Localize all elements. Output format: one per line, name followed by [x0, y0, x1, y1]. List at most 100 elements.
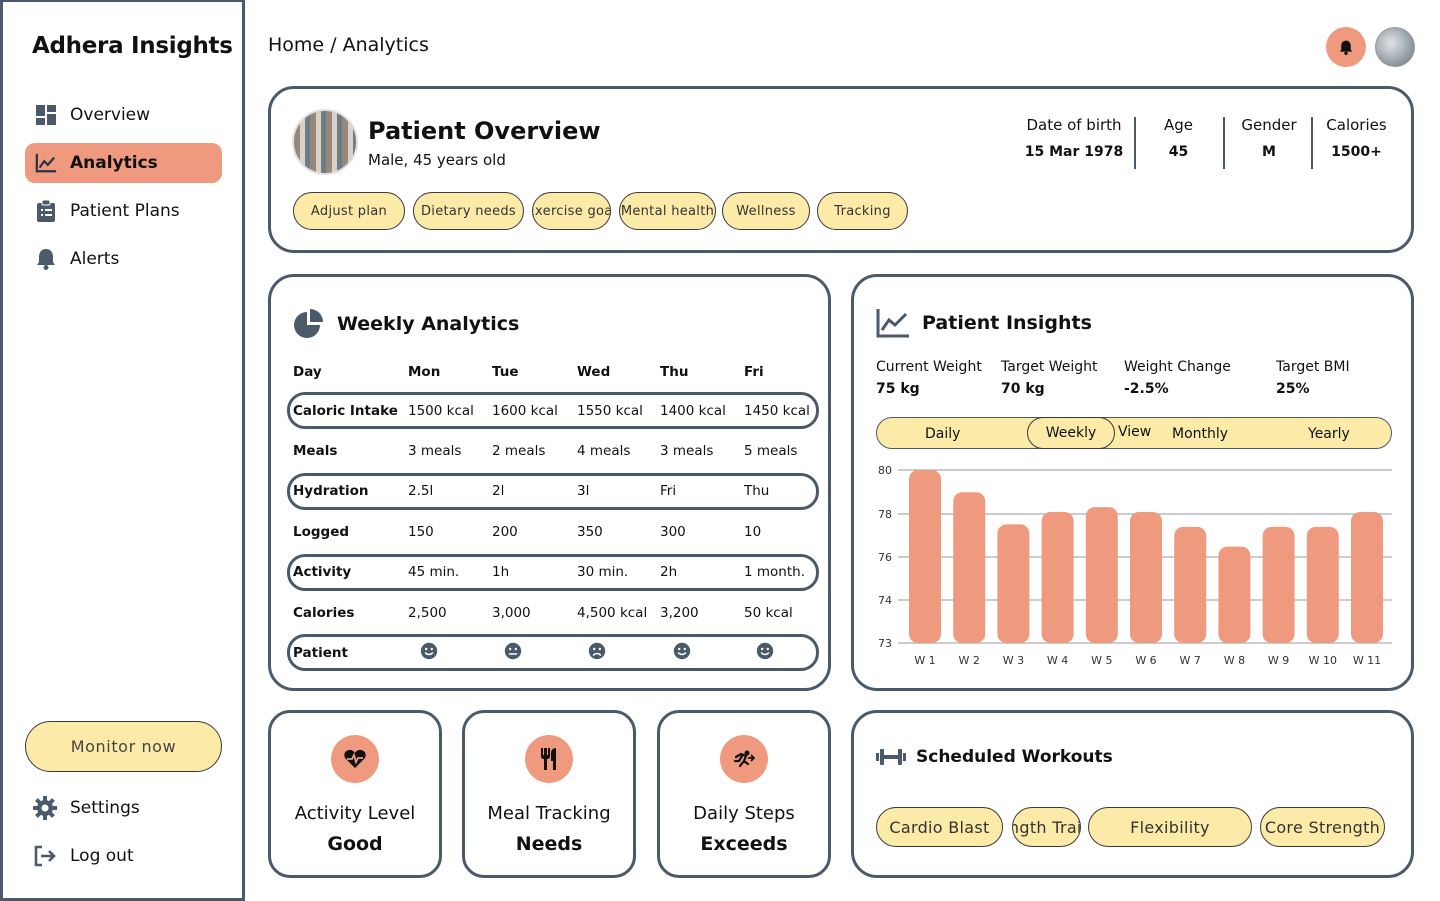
user-avatar[interactable] [1375, 27, 1415, 67]
x-tick-label: W 5 [1091, 654, 1112, 667]
patient-insights-header: Patient Insights [876, 308, 1092, 338]
table-cell: Thu [744, 483, 770, 500]
y-tick-label: 74 [878, 594, 892, 607]
sidebar-item-analytics[interactable]: Analytics [25, 143, 222, 183]
table-cell: 5 meals [744, 442, 798, 459]
bar[interactable] [1130, 512, 1162, 643]
sidebar-item-label: Overview [70, 105, 151, 125]
tag-tracking[interactable]: Tracking [817, 192, 908, 230]
smile-face-icon [756, 642, 774, 664]
tag-wellness[interactable]: Wellness [722, 192, 810, 230]
row-label: Calories [293, 604, 355, 621]
notifications-button[interactable] [1326, 27, 1366, 67]
table-row: Meals 3 meals 2 meals 4 meals 3 meals 5 meals [287, 432, 819, 469]
line-chart-icon [876, 308, 910, 338]
tag-exercise-goal[interactable]: Exercise goal [532, 192, 611, 230]
bar[interactable] [953, 492, 986, 643]
table-cell: 1600 kcal [492, 402, 558, 419]
workout-tag-cardio-blast[interactable]: Cardio Blast [876, 807, 1003, 847]
row-label: Caloric Intake [293, 402, 398, 419]
breadcrumb: Home / Analytics [268, 34, 429, 56]
table-cell: 3,200 [660, 604, 699, 621]
sidebar-item-label: Alerts [70, 249, 120, 269]
table-cell: 4 meals [577, 442, 631, 459]
dumbbell-icon [876, 747, 906, 767]
mini-card-value: Exceeds [700, 833, 788, 855]
settings-link[interactable]: Settings [33, 796, 140, 820]
stat-divider [1311, 117, 1313, 169]
metric-label: Target Weight [1001, 359, 1098, 375]
monitor-now-button[interactable]: Monitor now [25, 721, 222, 772]
metric-label: Target BMI [1276, 359, 1350, 375]
workout-tag-flexibility[interactable]: Flexibility [1088, 807, 1252, 847]
mini-card-label: Daily Steps [693, 803, 795, 824]
logout-link[interactable]: Log out [33, 844, 134, 868]
clipboard-icon [35, 200, 57, 222]
table-cell: 3l [577, 483, 590, 500]
period-weekly[interactable]: Weekly [1027, 417, 1115, 449]
daily-steps-card[interactable]: Daily Steps Exceeds [657, 710, 831, 878]
bar[interactable] [1351, 512, 1383, 643]
table-cell: 2.5l [408, 483, 434, 500]
table-cell: 1 month. [744, 564, 805, 581]
weekly-table-header: Day Mon Tue Wed Thu Fri [287, 353, 819, 390]
bar[interactable] [997, 524, 1030, 643]
workout-tag-core-strength[interactable]: Core Strength [1260, 807, 1385, 847]
logout-label: Log out [70, 846, 134, 866]
column-header: Thu [660, 363, 689, 380]
table-cell: 300 [660, 523, 686, 540]
y-tick-label: 76 [878, 551, 892, 564]
running-icon [720, 735, 768, 783]
table-cell: 350 [577, 523, 603, 540]
tag-dietary-needs[interactable]: Dietary needs [413, 192, 524, 230]
metric-value: 75 kg [876, 381, 920, 397]
table-cell: 1450 kcal [744, 402, 810, 419]
patient-overview-title: Patient Overview [368, 117, 601, 145]
table-row: Hydration 2.5l 2l 3l Fri Thu [287, 472, 819, 510]
y-tick-label: 78 [878, 508, 892, 521]
x-tick-label: W 1 [914, 654, 935, 667]
period-yearly[interactable]: Yearly [1308, 426, 1350, 442]
metric-label: Current Weight [876, 359, 982, 375]
metric-value: 25% [1276, 381, 1310, 397]
sidebar-item-alerts[interactable]: Alerts [25, 239, 222, 279]
column-header: Fri [744, 363, 764, 380]
x-tick-label: W 2 [959, 654, 980, 667]
stat-calories: Calories 1500+ [1326, 116, 1387, 160]
table-cell: 1400 kcal [660, 402, 726, 419]
sidebar-item-overview[interactable]: Overview [25, 95, 222, 135]
x-tick-label: W 4 [1047, 654, 1068, 667]
tag-adjust-plan[interactable]: Adjust plan [293, 192, 405, 230]
bar[interactable] [1262, 526, 1295, 643]
activity-level-card[interactable]: Activity Level Good [268, 710, 442, 878]
table-cell: 2h [660, 564, 678, 581]
meal-tracking-card[interactable]: Meal Tracking Needs [462, 710, 636, 878]
row-label: Hydration [293, 483, 369, 500]
bar[interactable] [909, 470, 941, 643]
period-daily[interactable]: Daily [925, 426, 960, 442]
patient-overview-subtitle: Male, 45 years old [368, 151, 506, 169]
table-cell: 50 kcal [744, 604, 793, 621]
table-cell: 3 meals [408, 442, 462, 459]
bar[interactable] [1085, 507, 1118, 643]
table-cell: 2,500 [408, 604, 447, 621]
period-view[interactable]: View [1118, 424, 1151, 440]
mini-card-label: Activity Level [294, 803, 416, 824]
workout-tag-strength-training[interactable]: Strength Training [1012, 807, 1081, 847]
smile-face-icon [420, 642, 438, 664]
bar[interactable] [1041, 512, 1074, 643]
bell-icon [35, 248, 57, 270]
bar[interactable] [1218, 546, 1251, 643]
table-row: Activity 45 min. 1h 30 min. 2h 1 month. [287, 553, 819, 591]
bar[interactable] [1306, 526, 1339, 643]
y-tick-label: 73 [878, 637, 892, 650]
metric-value: -2.5% [1124, 381, 1169, 397]
sidebar-item-label: Patient Plans [70, 201, 180, 221]
period-selector: Daily Weekly View Monthly Yearly [876, 417, 1392, 449]
bar[interactable] [1174, 526, 1207, 643]
logout-icon [33, 844, 57, 868]
period-monthly[interactable]: Monthly [1172, 426, 1228, 442]
sidebar-item-patient-plans[interactable]: Patient Plans [25, 191, 222, 231]
table-cell: 150 [408, 523, 434, 540]
tag-mental-health[interactable]: Mental health [619, 192, 716, 230]
